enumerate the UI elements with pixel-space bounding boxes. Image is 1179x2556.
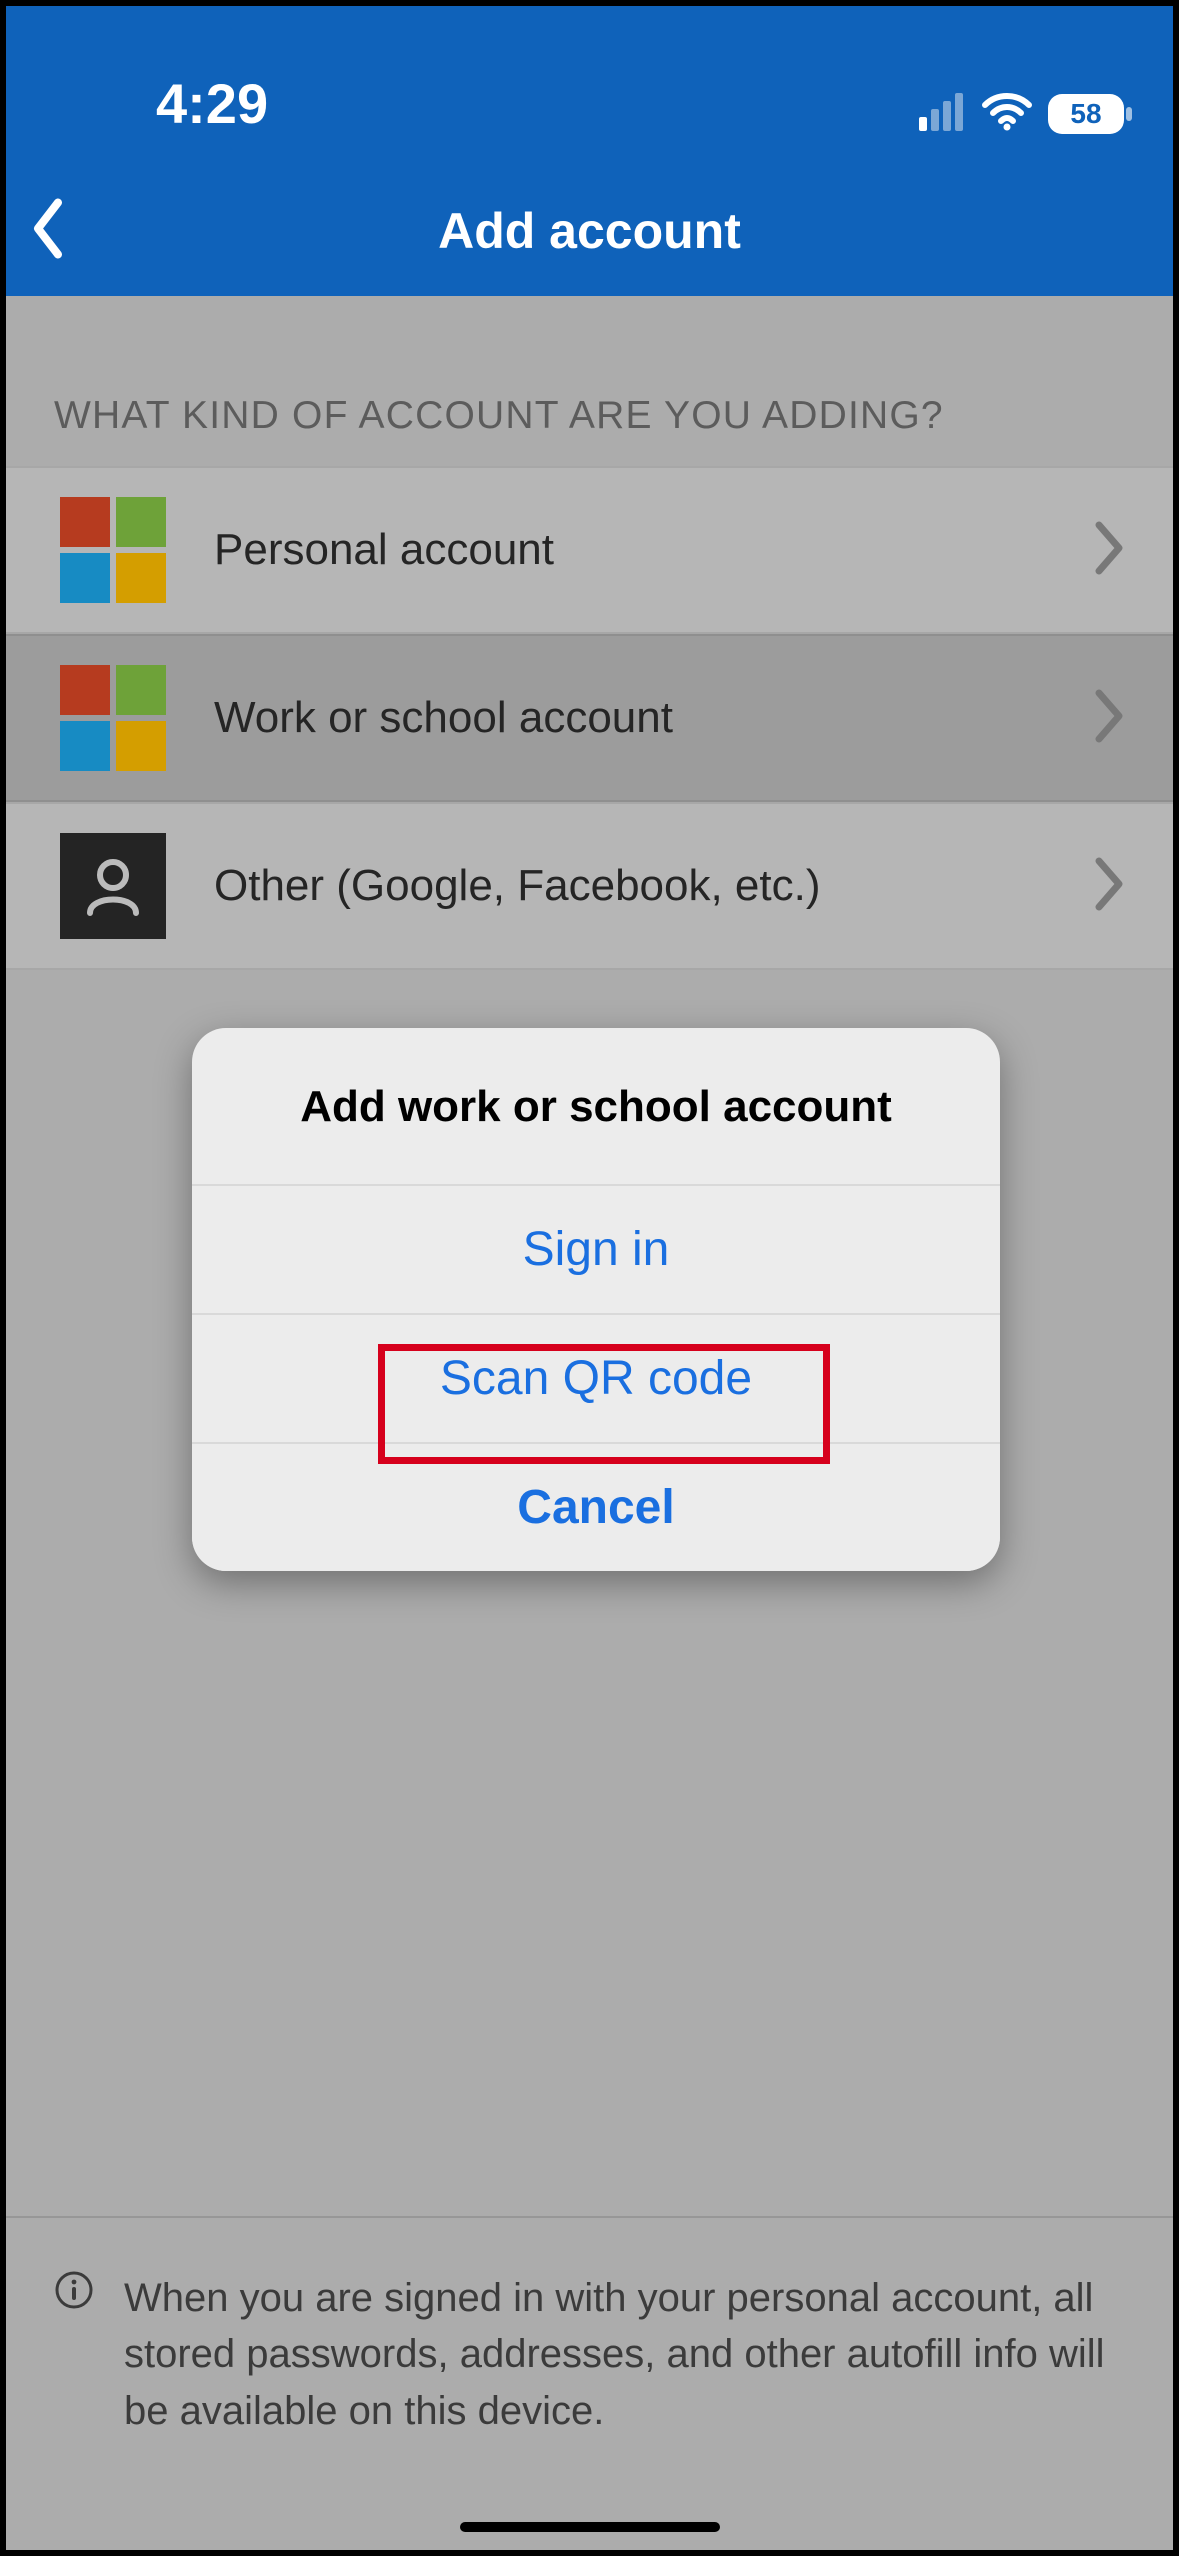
action-sheet: Add work or school account Sign in Scan … [192,1028,1000,1571]
scan-qr-button[interactable]: Scan QR code [192,1315,1000,1444]
battery-level: 58 [1070,98,1101,129]
back-button[interactable] [30,197,66,266]
wifi-icon [981,91,1033,136]
status-bar: 4:29 [6,6,1173,166]
cancel-button[interactable]: Cancel [192,1444,1000,1571]
nav-bar: Add account [6,166,1173,296]
page-title: Add account [438,202,741,260]
home-indicator[interactable] [460,2522,720,2532]
divider [6,2216,1173,2218]
battery-icon: 58 [1047,93,1133,135]
footer-text: When you are signed in with your persona… [124,2270,1125,2440]
sheet-title: Add work or school account [192,1028,1000,1186]
footer-note: When you are signed in with your persona… [6,2230,1173,2480]
status-time: 4:29 [156,71,268,136]
sign-in-button[interactable]: Sign in [192,1186,1000,1315]
info-icon [54,2270,94,2440]
cellular-icon [919,91,967,136]
